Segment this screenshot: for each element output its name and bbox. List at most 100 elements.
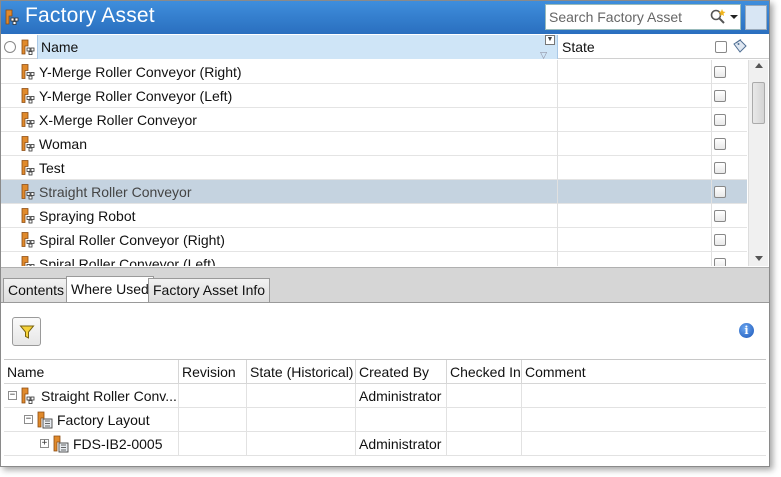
table-row[interactable]: Spiral Roller Conveyor (Left) — [1, 252, 747, 266]
row-checkbox[interactable] — [714, 258, 726, 266]
tree-name-cell: − Straight Roller Conv... — [4, 384, 179, 408]
column-header-state-historical[interactable]: State (Historical) — [247, 360, 356, 384]
factory-asset-icon — [21, 184, 35, 200]
row-state-divider — [557, 252, 558, 266]
cell-state — [247, 408, 356, 432]
column-header-name[interactable]: Name ▽ ▼ — [37, 35, 558, 60]
table-row[interactable]: Straight Roller Conveyor — [1, 180, 747, 204]
cell-created-by: Administrator — [356, 384, 447, 408]
cell-checked-in — [447, 432, 522, 456]
factory-layout-icon — [53, 435, 69, 453]
tree-item-label: Straight Roller Conv... — [41, 388, 177, 404]
table-row[interactable]: Y-Merge Roller Conveyor (Right) — [1, 60, 747, 84]
column-header-name[interactable]: Name — [4, 360, 179, 384]
row-checkbox[interactable] — [714, 162, 726, 174]
table-row[interactable]: Y-Merge Roller Conveyor (Left) — [1, 84, 747, 108]
search-box — [545, 4, 741, 30]
row-checkbox[interactable] — [714, 90, 726, 102]
column-header-name-label: Name — [41, 39, 79, 55]
factory-asset-icon — [21, 160, 35, 176]
window-title: Factory Asset — [25, 4, 155, 27]
row-name: Spiral Roller Conveyor (Left) — [39, 256, 216, 266]
row-checkbox[interactable] — [714, 114, 726, 126]
row-divider — [711, 204, 712, 228]
factory-asset-icon — [5, 9, 19, 25]
factory-asset-icon — [21, 64, 35, 80]
column-header-created-by[interactable]: Created By — [356, 360, 447, 384]
scroll-up-arrow[interactable] — [755, 63, 763, 68]
row-checkbox[interactable] — [714, 210, 726, 222]
row-name: Y-Merge Roller Conveyor (Left) — [39, 88, 233, 104]
where-used-table: Name Revision State (Historical) Created… — [4, 359, 766, 466]
cell-state — [247, 432, 356, 456]
column-header-revision[interactable]: Revision — [179, 360, 247, 384]
tree-expander[interactable]: − — [24, 415, 33, 424]
row-state-divider — [557, 60, 558, 84]
vertical-scrollbar[interactable] — [748, 60, 768, 266]
row-state-divider — [557, 108, 558, 132]
column-menu-icon[interactable]: ▼ — [545, 35, 555, 45]
tab-where-used[interactable]: Where Used — [66, 276, 154, 303]
table-row[interactable]: X-Merge Roller Conveyor — [1, 108, 747, 132]
row-checkbox[interactable] — [714, 138, 726, 150]
factory-asset-icon — [21, 256, 35, 266]
factory-asset-icon — [21, 39, 35, 55]
tab-contents[interactable]: Contents — [3, 278, 70, 303]
tree-expander[interactable]: − — [8, 391, 17, 400]
tree-name-cell: + FDS-IB2-0005 — [4, 432, 179, 456]
table-row[interactable]: Spraying Robot — [1, 204, 747, 228]
cell-comment — [522, 408, 766, 432]
tab-factory-asset-info[interactable]: Factory Asset Info — [148, 278, 271, 303]
scrollbar-thumb[interactable] — [752, 82, 765, 124]
cell-comment — [522, 384, 766, 408]
factory-asset-icon — [21, 136, 35, 152]
factory-asset-icon — [21, 387, 35, 404]
row-name: Y-Merge Roller Conveyor (Right) — [39, 64, 242, 80]
table-row[interactable]: Spiral Roller Conveyor (Right) — [1, 228, 747, 252]
row-name: Straight Roller Conveyor — [39, 184, 192, 200]
asset-table-header: Name ▽ ▼ State — [1, 35, 769, 60]
row-state-divider — [557, 156, 558, 180]
filter-button[interactable] — [12, 317, 41, 346]
cell-created-by: Administrator — [356, 432, 447, 456]
title-corner-button[interactable] — [745, 5, 767, 30]
tag-icon[interactable] — [732, 38, 748, 54]
cell-revision — [179, 384, 247, 408]
row-divider — [711, 60, 712, 84]
detail-tabs: Contents Where Used Factory Asset Info — [1, 267, 769, 303]
row-name: Woman — [39, 136, 87, 152]
factory-asset-icon — [21, 112, 35, 128]
factory-asset-icon — [21, 208, 35, 224]
row-divider — [711, 108, 712, 132]
column-header-state[interactable]: State — [561, 35, 711, 59]
row-divider — [711, 132, 712, 156]
scroll-down-arrow[interactable] — [755, 256, 763, 261]
select-all-radio[interactable] — [4, 41, 16, 53]
select-all-checkbox[interactable] — [715, 41, 727, 53]
table-row[interactable]: Test — [1, 156, 747, 180]
row-checkbox[interactable] — [714, 234, 726, 246]
tree-expander[interactable]: + — [40, 439, 49, 448]
row-name: Spraying Robot — [39, 208, 136, 224]
tree-row[interactable]: − Straight Roller Conv... Administrator — [4, 384, 766, 408]
row-divider — [711, 228, 712, 252]
row-divider — [711, 156, 712, 180]
search-icon[interactable] — [709, 8, 727, 26]
cell-revision — [179, 432, 247, 456]
column-header-comment[interactable]: Comment — [522, 360, 766, 384]
row-checkbox[interactable] — [714, 66, 726, 78]
chevron-down-icon[interactable] — [729, 13, 739, 21]
cell-comment — [522, 432, 766, 456]
search-input[interactable] — [546, 5, 704, 29]
tree-row[interactable]: + FDS-IB2-0005 Administrator — [4, 432, 766, 456]
title-bar: Factory Asset — [1, 1, 769, 34]
column-header-checked-in[interactable]: Checked In — [447, 360, 522, 384]
tree-row[interactable]: − Factory Layout — [4, 408, 766, 432]
info-icon[interactable]: i — [739, 323, 754, 338]
factory-layout-icon — [37, 411, 53, 429]
row-checkbox[interactable] — [714, 186, 726, 198]
tree-item-label: Factory Layout — [57, 412, 150, 428]
table-row[interactable]: Woman — [1, 132, 747, 156]
asset-table-body: Y-Merge Roller Conveyor (Right) Y-Merge R… — [1, 60, 747, 266]
row-state-divider — [557, 84, 558, 108]
